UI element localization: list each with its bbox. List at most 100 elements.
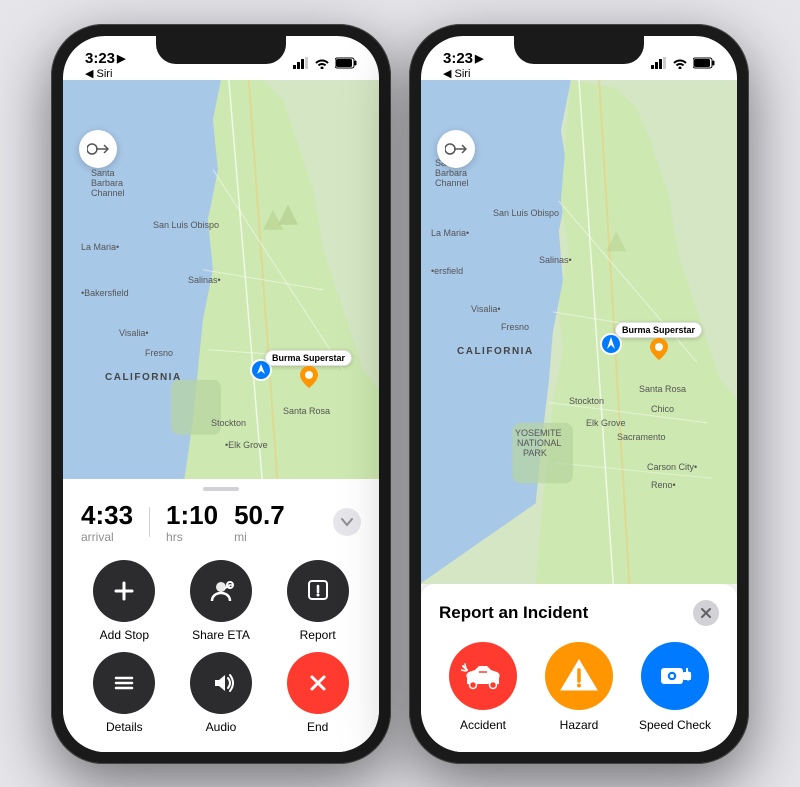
accident-label: Accident (460, 718, 506, 732)
chevron-btn[interactable] (333, 508, 361, 536)
speed-check-btn[interactable]: Speed Check (631, 642, 719, 732)
map-label-salinas: Salinas• (188, 275, 221, 285)
map-label-r-yosemite1: YOSEMITE (515, 428, 562, 438)
dist-label: mi (234, 530, 285, 544)
end-icon (287, 652, 349, 714)
map-label-r-santarosa: Santa Rosa (639, 384, 686, 394)
dist-info: 50.7 mi (234, 501, 285, 544)
hrs-info: 1:10 hrs (166, 501, 218, 544)
time-arrow-right: ▶ (475, 52, 483, 65)
hrs-value: 1:10 (166, 501, 218, 530)
time-arrow-left: ▶ (117, 52, 125, 65)
map-label-bakersfield: •Bakersfield (81, 288, 129, 298)
dest-pin-left: Burma Superstar (265, 350, 352, 388)
map-label-slo: San Luis Obispo (153, 220, 219, 230)
audio-icon (190, 652, 252, 714)
map-label-r-reno: Reno• (651, 480, 676, 490)
map-label-r-bakersfield: •ersfield (431, 266, 463, 276)
details-label: Details (106, 720, 143, 734)
notch-right (514, 36, 644, 64)
battery-icon-left (335, 57, 357, 72)
nav-sep-1 (149, 507, 150, 537)
siri-label-right: ◀ Siri (443, 67, 484, 80)
map-label-r-california: CALIFORNIA (457, 346, 534, 357)
signal-icon-right (651, 57, 667, 72)
wifi-icon-right (672, 57, 688, 72)
map-label-r-elkgrove: Elk Grove (586, 418, 626, 428)
report-label: Report (300, 628, 336, 642)
add-stop-btn[interactable]: Add Stop (81, 560, 168, 642)
audio-btn[interactable]: Audio (178, 652, 265, 734)
hazard-btn[interactable]: Hazard (535, 642, 623, 732)
share-eta-btn[interactable]: Share ETA (178, 560, 265, 642)
map-label-santa-barbara: SantaBarbaraChannel (91, 168, 125, 198)
phones-container: 3:23 ▶ ◀ Siri (31, 4, 769, 784)
map-right: SantaBarbaraChannel San Luis Obispo La M… (421, 80, 737, 584)
notch-left (156, 36, 286, 64)
map-label-r-yosemite3: PARK (523, 448, 547, 458)
status-icons-left (293, 57, 357, 72)
time-right: 3:23 (443, 50, 473, 67)
hazard-icon (545, 642, 613, 710)
arrival-time: 4:33 (81, 501, 133, 530)
report-btn[interactable]: Report (274, 560, 361, 642)
end-btn[interactable]: End (274, 652, 361, 734)
dest-bubble-right: Burma Superstar (615, 322, 702, 338)
nav-info-left: 4:33 arrival 1:10 hrs 50.7 mi (63, 491, 379, 552)
phone-left: 3:23 ▶ ◀ Siri (51, 24, 391, 764)
share-eta-label: Share ETA (192, 628, 250, 642)
signal-icon-left (293, 57, 309, 72)
map-label-r-visalia: Visalia• (471, 304, 501, 314)
report-header: Report an Incident (439, 600, 719, 626)
incident-grid: Accident Hazard (439, 642, 719, 732)
audio-label: Audio (206, 720, 237, 734)
hazard-label: Hazard (560, 718, 599, 732)
map-label-r-fresno: Fresno (501, 322, 529, 332)
phone-right: 3:23 ▶ ◀ Siri (409, 24, 749, 764)
map-label-r-slo: San Luis Obispo (493, 208, 559, 218)
phone-right-inner: 3:23 ▶ ◀ Siri (421, 36, 737, 752)
phone-left-inner: 3:23 ▶ ◀ Siri (63, 36, 379, 752)
report-icon (287, 560, 349, 622)
details-icon (93, 652, 155, 714)
report-panel: Report an Incident (421, 584, 737, 752)
details-btn[interactable]: Details (81, 652, 168, 734)
speed-check-icon (641, 642, 709, 710)
map-label-fresno: Fresno (145, 348, 173, 358)
map-label-r-yosemite2: NATIONAL (517, 438, 561, 448)
report-title: Report an Incident (439, 603, 588, 623)
status-icons-right (651, 57, 715, 72)
back-btn-right[interactable] (437, 130, 475, 168)
close-report-btn[interactable] (693, 600, 719, 626)
accident-btn[interactable]: Accident (439, 642, 527, 732)
dest-pin-right: Burma Superstar (615, 322, 702, 360)
accident-icon (449, 642, 517, 710)
arrival-label: arrival (81, 530, 133, 544)
siri-label-left: ◀ Siri (85, 67, 126, 80)
add-stop-icon (93, 560, 155, 622)
action-grid: Add Stop Share (63, 552, 379, 752)
map-left: SantaBarbaraChannel San Luis Obispo La M… (63, 80, 379, 479)
map-label-lamaria: La Maria• (81, 242, 119, 252)
map-label-california: CALIFORNIA (105, 372, 182, 383)
map-label-r-chico: Chico (651, 404, 674, 414)
back-btn-left[interactable] (79, 130, 117, 168)
map-label-r-stockton: Stockton (569, 396, 604, 406)
map-label-r-lamaria: La Maria• (431, 228, 469, 238)
map-label-r-sacramento: Sacramento (617, 432, 666, 442)
map-label-r-salinas: Salinas• (539, 255, 572, 265)
wifi-icon-left (314, 57, 330, 72)
share-eta-icon (190, 560, 252, 622)
map-label-stockton: Stockton (211, 418, 246, 428)
map-label-elkgrove: •Elk Grove (225, 440, 268, 450)
speed-check-label: Speed Check (639, 718, 711, 732)
dest-bubble-left: Burma Superstar (265, 350, 352, 366)
add-stop-label: Add Stop (100, 628, 149, 642)
map-label-visalia: Visalia• (119, 328, 149, 338)
battery-icon-right (693, 57, 715, 72)
map-label-santarosa: Santa Rosa (283, 406, 330, 416)
time-left: 3:23 (85, 50, 115, 67)
arrival-info: 4:33 arrival (81, 501, 133, 544)
dist-value: 50.7 (234, 501, 285, 530)
end-label: End (307, 720, 328, 734)
